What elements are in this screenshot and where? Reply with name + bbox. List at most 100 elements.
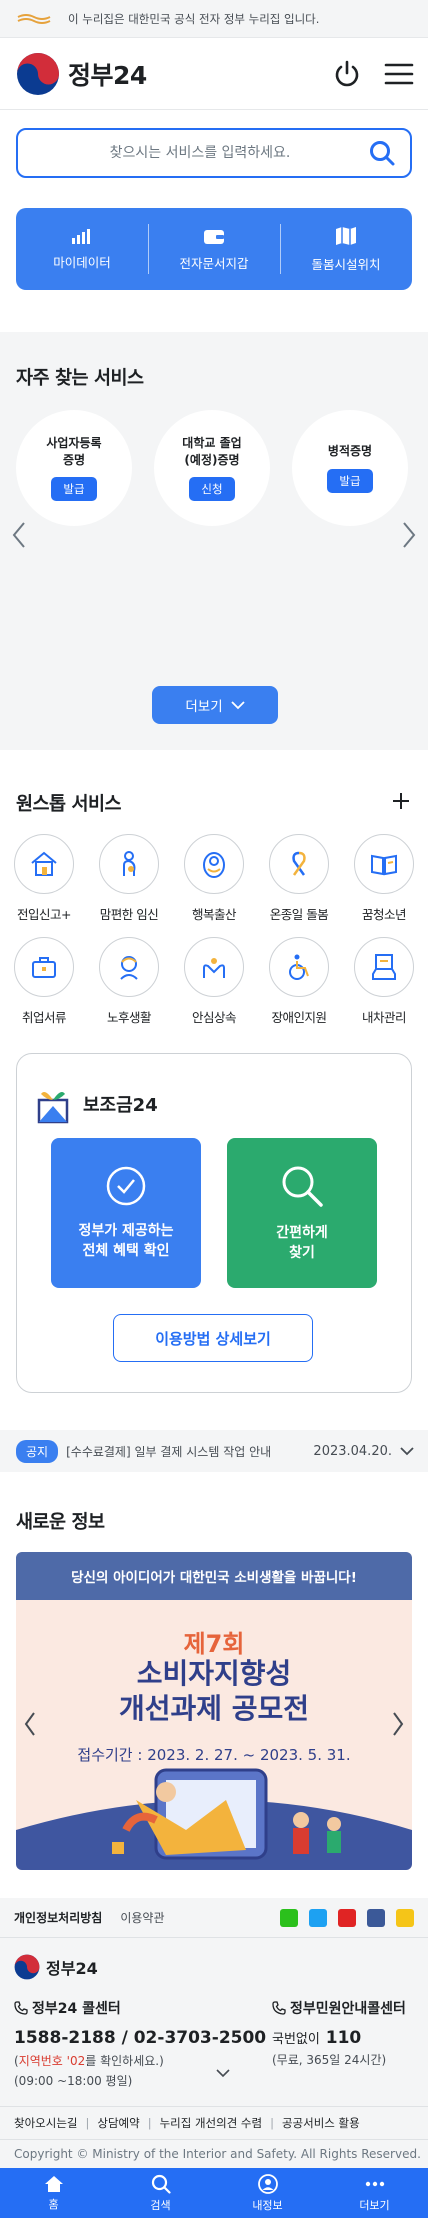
footer-brand: 정부24 bbox=[14, 1954, 98, 1980]
bar-chart-icon bbox=[72, 228, 90, 244]
check-circle-icon bbox=[106, 1166, 146, 1205]
talk-icon[interactable] bbox=[280, 1908, 298, 1927]
header-actions bbox=[332, 59, 414, 89]
more-button[interactable]: 더보기 bbox=[152, 686, 278, 724]
footer-link[interactable]: 공공서비스 활용 bbox=[282, 2115, 360, 2131]
subsidy-detail-button[interactable]: 이용방법 상세보기 bbox=[113, 1314, 313, 1362]
gov-banner-text: 이 누리집은 대한민국 공식 전자 정부 누리집 입니다. bbox=[68, 11, 320, 26]
service-name: 병적증명 bbox=[327, 444, 373, 459]
subsidy-box-label: 정부가 제공하는 전체 혜택 확인 bbox=[78, 1222, 174, 1259]
notice-text[interactable]: [수수료결제] 일부 결제 시스템 작업 안내 bbox=[66, 1443, 305, 1460]
onestop-label: 안심상속 bbox=[191, 1010, 237, 1025]
nav-home[interactable]: 홈 bbox=[0, 2168, 107, 2218]
chevron-left-icon[interactable] bbox=[10, 520, 28, 550]
quick-menu: 마이데이터 전자문서지갑 돌봄시설위치 bbox=[16, 208, 412, 290]
chevron-down-icon[interactable] bbox=[216, 2068, 230, 2078]
divider: | bbox=[147, 2116, 152, 2130]
chevron-down-icon[interactable] bbox=[400, 1446, 414, 1456]
subsidy-all-benefits-button[interactable]: 정부가 제공하는 전체 혜택 확인 bbox=[51, 1138, 201, 1288]
footer-link[interactable]: 누리집 개선의견 수렴 bbox=[160, 2115, 263, 2131]
service-carousel: 사업자등록 증명 발급 대학교 졸업 (예정)증명 신청 병적증명 발급 bbox=[16, 410, 428, 526]
onestop-item[interactable]: 맘편한 임신 bbox=[99, 834, 159, 923]
subsidy-header: 보조금24 bbox=[35, 1084, 158, 1124]
family-icon bbox=[184, 937, 244, 997]
book-icon bbox=[354, 834, 414, 894]
footer-link[interactable]: 찾아오시는길 bbox=[14, 2115, 77, 2131]
onestop-item[interactable]: 내차관리 bbox=[354, 937, 414, 1026]
section-title: 새로운 정보 bbox=[16, 1512, 105, 1533]
hamburger-menu-icon[interactable] bbox=[384, 61, 414, 87]
bottom-nav: 홈 검색 내정보 더보기 bbox=[0, 2168, 428, 2218]
sns-links bbox=[280, 1908, 414, 1927]
plus-icon[interactable] bbox=[392, 792, 410, 810]
taegeuk-logo-icon bbox=[17, 52, 59, 95]
phone-icon bbox=[272, 2001, 286, 2015]
facebook-icon[interactable] bbox=[367, 1908, 385, 1927]
privacy-link[interactable]: 개인정보처리방침 bbox=[14, 1909, 102, 1926]
footer-links: 찾아오시는길 | 상담예약 | 누리집 개선의견 수렴 | 공공서비스 활용 bbox=[0, 2106, 428, 2140]
eg-logo-icon bbox=[17, 13, 51, 24]
car-document-icon bbox=[354, 937, 414, 997]
quick-mydata[interactable]: 마이데이터 bbox=[16, 208, 148, 290]
chevron-right-icon[interactable] bbox=[400, 520, 418, 550]
search-input[interactable] bbox=[32, 145, 368, 161]
onestop-services: 원스톱 서비스 전입신고+ 맘편한 임신 행복출산 온종일 돌봄 꿈청소년 취업… bbox=[0, 750, 428, 1070]
terms-link[interactable]: 이용약관 bbox=[120, 1909, 164, 1926]
baby-icon bbox=[184, 834, 244, 894]
service-action-button[interactable]: 신청 bbox=[189, 476, 235, 501]
onestop-item[interactable]: 장애인지원 bbox=[269, 937, 329, 1026]
quick-care-location[interactable]: 돌봄시설위치 bbox=[280, 208, 412, 290]
callcenter-hours: (무료, 365일 24시간) bbox=[272, 2053, 387, 2067]
divider: | bbox=[85, 2116, 90, 2130]
brand[interactable]: 정부24 bbox=[16, 52, 147, 96]
onestop-item[interactable]: 온종일 돌봄 bbox=[269, 834, 329, 923]
service-action-button[interactable]: 발급 bbox=[51, 476, 97, 501]
nav-search[interactable]: 검색 bbox=[107, 2168, 214, 2218]
onestop-label: 장애인지원 bbox=[271, 1010, 327, 1025]
onestop-label: 취업서류 bbox=[21, 1010, 67, 1025]
wallet-icon bbox=[204, 229, 224, 244]
callcenter-title: 정부민원안내콜센터 bbox=[272, 1998, 406, 2018]
onestop-item[interactable]: 안심상속 bbox=[184, 937, 244, 1026]
onestop-item[interactable]: 행복출산 bbox=[184, 834, 244, 923]
callcenter-number[interactable]: 1588-2188 / 02-3703-2500 bbox=[14, 2028, 266, 2048]
kakaostory-icon[interactable] bbox=[396, 1908, 414, 1927]
search-icon[interactable] bbox=[368, 139, 396, 167]
onestop-item[interactable]: 전입신고+ bbox=[14, 834, 74, 923]
promo-banner[interactable]: 당신의 아이디어가 대한민국 소비생활을 바꿉니다! 제7회 소비자지향성 개선… bbox=[16, 1552, 412, 1870]
wheelchair-icon bbox=[269, 937, 329, 997]
banner-header: 당신의 아이디어가 대한민국 소비생활을 바꿉니다! bbox=[16, 1552, 412, 1600]
chevron-down-icon bbox=[230, 700, 245, 709]
house-icon bbox=[14, 834, 74, 894]
service-card[interactable]: 대학교 졸업 (예정)증명 신청 bbox=[154, 410, 270, 526]
section-title: 자주 찾는 서비스 bbox=[16, 368, 144, 389]
nav-more[interactable]: 더보기 bbox=[321, 2168, 428, 2218]
nav-myinfo[interactable]: 내정보 bbox=[214, 2168, 321, 2218]
notice-date: 2023.04.20. bbox=[313, 1443, 392, 1459]
chevron-left-icon[interactable] bbox=[22, 1710, 38, 1738]
onestop-label: 행복출산 bbox=[191, 907, 237, 922]
subsidy-easy-find-button[interactable]: 간편하게 찾기 bbox=[227, 1138, 377, 1288]
user-icon bbox=[257, 2173, 278, 2194]
subsidy-title: 보조금24 bbox=[83, 1095, 158, 1116]
callcenter-number[interactable]: 국번없이 110 bbox=[272, 2028, 406, 2048]
chevron-right-icon[interactable] bbox=[390, 1710, 406, 1738]
nav-label: 더보기 bbox=[359, 2198, 390, 2212]
footer-link[interactable]: 상담예약 bbox=[97, 2115, 139, 2131]
onestop-item[interactable]: 노후생활 bbox=[99, 937, 159, 1026]
twitter-icon[interactable] bbox=[309, 1908, 327, 1927]
callcenter-title-text: 정부24 콜센터 bbox=[32, 2001, 121, 2017]
youtube-icon[interactable] bbox=[338, 1908, 356, 1927]
number-value: 110 bbox=[325, 2028, 362, 2048]
quick-wallet[interactable]: 전자문서지갑 bbox=[148, 208, 280, 290]
divider: | bbox=[270, 2116, 274, 2130]
power-icon[interactable] bbox=[332, 59, 362, 89]
app-root: 이 누리집은 대한민국 공식 전자 정부 누리집 입니다. 정부24 찾으시는 … bbox=[0, 0, 428, 2218]
nav-label: 검색 bbox=[150, 2198, 171, 2212]
onestop-item[interactable]: 취업서류 bbox=[14, 937, 74, 1026]
service-card[interactable]: 사업자등록 증명 발급 bbox=[16, 410, 132, 526]
service-card[interactable]: 병적증명 발급 bbox=[292, 410, 408, 526]
onestop-item[interactable]: 꿈청소년 bbox=[354, 834, 414, 923]
pregnancy-icon bbox=[99, 834, 159, 894]
service-action-button[interactable]: 발급 bbox=[327, 468, 373, 493]
